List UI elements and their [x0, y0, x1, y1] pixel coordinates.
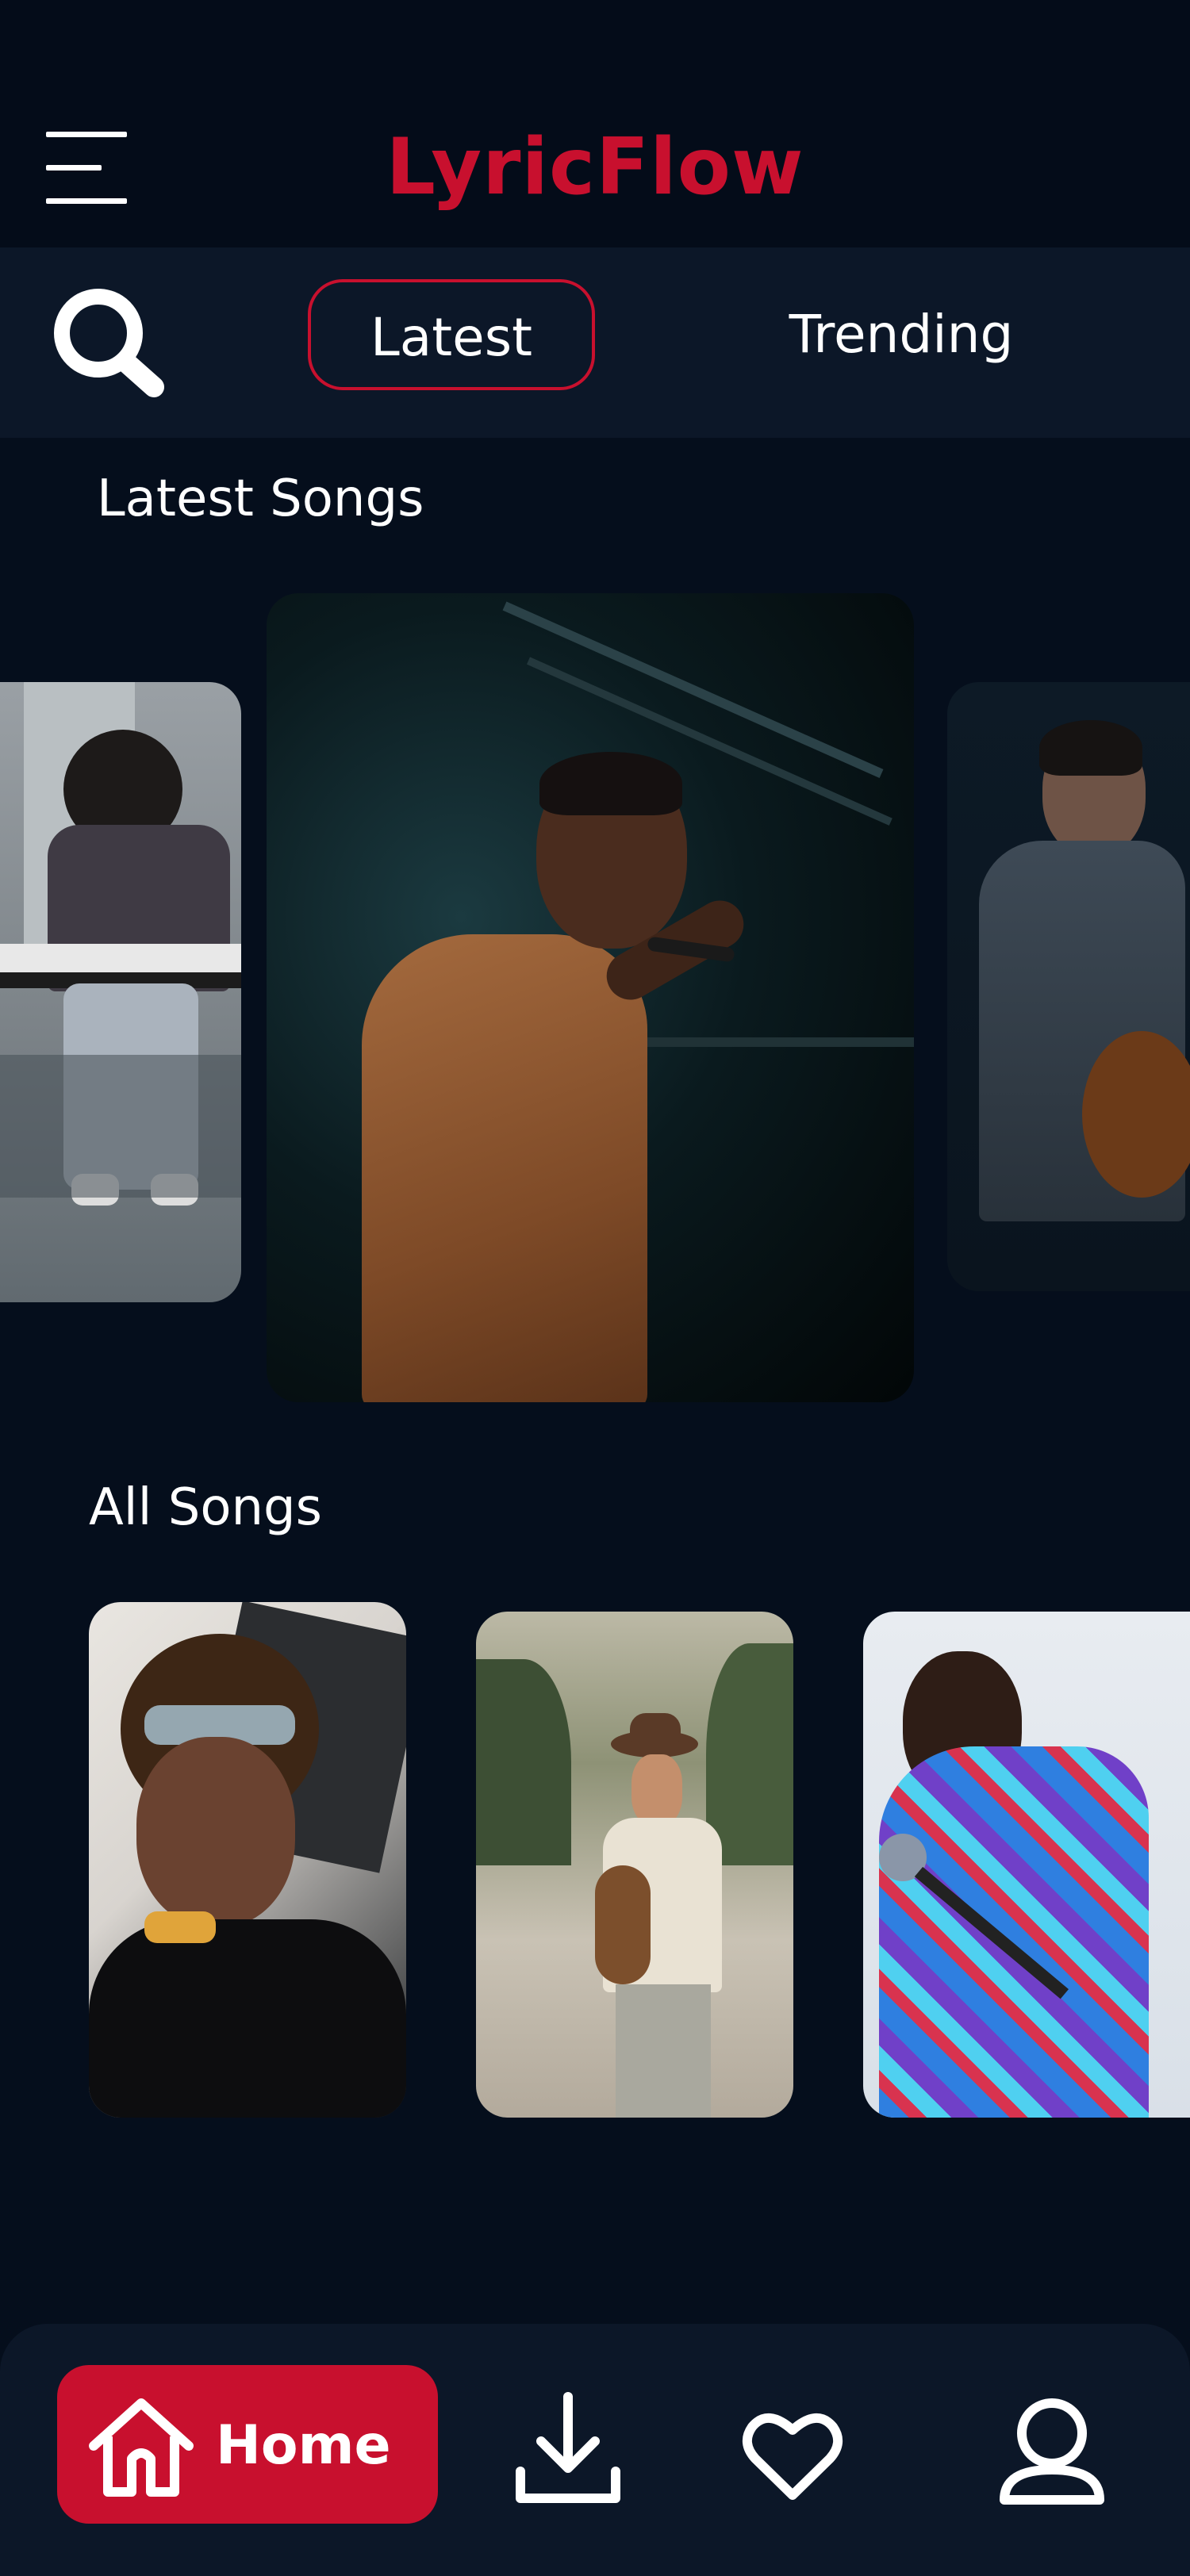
all-songs-title: All Songs [89, 1478, 322, 1537]
tab-latest[interactable]: Latest [308, 279, 595, 390]
profile-icon[interactable] [996, 2395, 1107, 2514]
nav-home-label: Home [216, 2414, 391, 2477]
song-card-all-3[interactable] [863, 1612, 1190, 2118]
search-icon[interactable] [43, 279, 170, 406]
song-card-latest-right[interactable] [947, 682, 1190, 1291]
song-card-latest-left[interactable] [0, 682, 241, 1302]
latest-songs-title: Latest Songs [97, 470, 424, 528]
home-icon [83, 2390, 200, 2501]
app-title: LyricFlow [386, 122, 804, 213]
song-card-latest-featured[interactable] [267, 593, 914, 1402]
heart-icon[interactable] [741, 2408, 844, 2503]
song-card-all-2[interactable] [476, 1612, 793, 2118]
tab-trending[interactable]: Trending [743, 279, 1060, 390]
song-card-all-1[interactable] [89, 1602, 406, 2118]
download-icon[interactable] [512, 2389, 624, 2508]
